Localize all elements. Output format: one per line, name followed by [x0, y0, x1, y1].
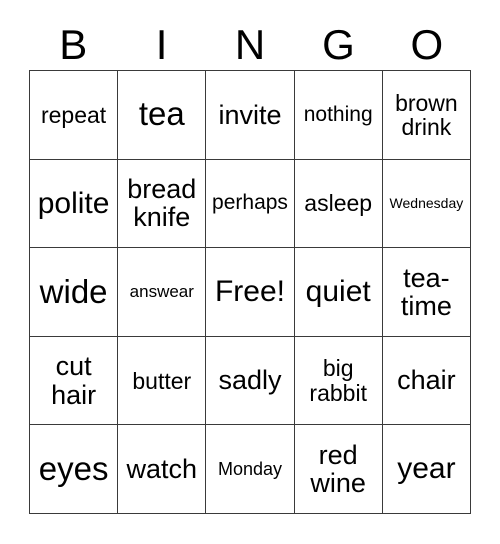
bingo-cell-label: Monday [217, 458, 283, 479]
bingo-cell[interactable]: Wednesday [382, 159, 471, 249]
bingo-cell-label: bread knife [127, 174, 197, 233]
bingo-cell[interactable]: chair [382, 336, 471, 426]
bingo-cell-label: butter [132, 367, 192, 394]
bingo-cell-label: polite [37, 186, 110, 220]
bingo-card: B I N G O repeat tea invite nothing brow… [0, 0, 500, 544]
bingo-cell-label: chair [397, 365, 456, 396]
bingo-cell[interactable]: Monday [206, 425, 295, 514]
bingo-cell-label: invite [218, 99, 282, 130]
bingo-cell-label: cut hair [51, 351, 97, 410]
bingo-cell[interactable]: perhaps [206, 159, 295, 249]
bingo-cell-label: tea- time [400, 262, 452, 321]
bingo-cell-label: Free! [214, 275, 285, 309]
bingo-cell[interactable]: wide [30, 248, 119, 337]
bingo-cell[interactable]: polite [30, 159, 119, 249]
bingo-cell-label: quiet [305, 275, 371, 309]
bingo-cell[interactable]: bread knife [118, 159, 207, 249]
bingo-cell-label: wide [39, 272, 108, 310]
bingo-header-letter-g: G [322, 21, 355, 68]
bingo-cell-label: perhaps [212, 191, 288, 215]
bingo-header-letter-n: N [234, 21, 266, 68]
bingo-cell-label: red wine [310, 439, 366, 499]
bingo-cell[interactable]: year [382, 425, 471, 514]
bingo-cell-label: sadly [218, 365, 282, 396]
bingo-header-letter-o: O [410, 21, 444, 68]
bingo-cell[interactable]: answear [118, 248, 207, 337]
bingo-cell[interactable]: tea [118, 71, 207, 160]
bingo-cell[interactable]: butter [118, 336, 207, 426]
bingo-cell[interactable]: repeat [30, 71, 119, 160]
bingo-cell-label: brown drink [395, 89, 458, 140]
bingo-cell-label: Wednesday [389, 195, 464, 212]
bingo-cell-label: nothing [303, 102, 373, 126]
bingo-cell-label: answear [129, 282, 194, 302]
bingo-cell[interactable]: nothing [294, 71, 383, 160]
bingo-cell[interactable]: quiet [294, 248, 383, 337]
bingo-cell[interactable]: tea- time [382, 248, 471, 337]
bingo-cell[interactable]: sadly [206, 336, 295, 426]
bingo-cell[interactable]: watch [118, 425, 207, 514]
bingo-grid: repeat tea invite nothing brown drink po… [29, 70, 471, 514]
bingo-cell-label: repeat [40, 101, 107, 128]
bingo-cell[interactable]: invite [206, 71, 295, 160]
bingo-cell[interactable]: big rabbit [294, 336, 383, 426]
bingo-cell-free[interactable]: Free! [206, 248, 295, 337]
bingo-cell[interactable]: asleep [294, 159, 383, 249]
bingo-cell-label: big rabbit [309, 355, 367, 406]
bingo-header-letter-i: I [155, 21, 168, 68]
bingo-header-row: B I N G O [29, 20, 471, 70]
bingo-cell-label: year [397, 452, 456, 486]
bingo-header-letter-b: B [59, 21, 88, 68]
bingo-cell[interactable]: red wine [294, 425, 383, 514]
bingo-cell-label: asleep [304, 190, 373, 217]
bingo-cell[interactable]: brown drink [382, 71, 471, 160]
bingo-cell-label: eyes [38, 449, 109, 487]
bingo-cell[interactable]: eyes [30, 425, 119, 514]
bingo-cell-label: watch [126, 454, 198, 485]
bingo-cell[interactable]: cut hair [30, 336, 119, 426]
bingo-cell-label: tea [138, 95, 185, 133]
